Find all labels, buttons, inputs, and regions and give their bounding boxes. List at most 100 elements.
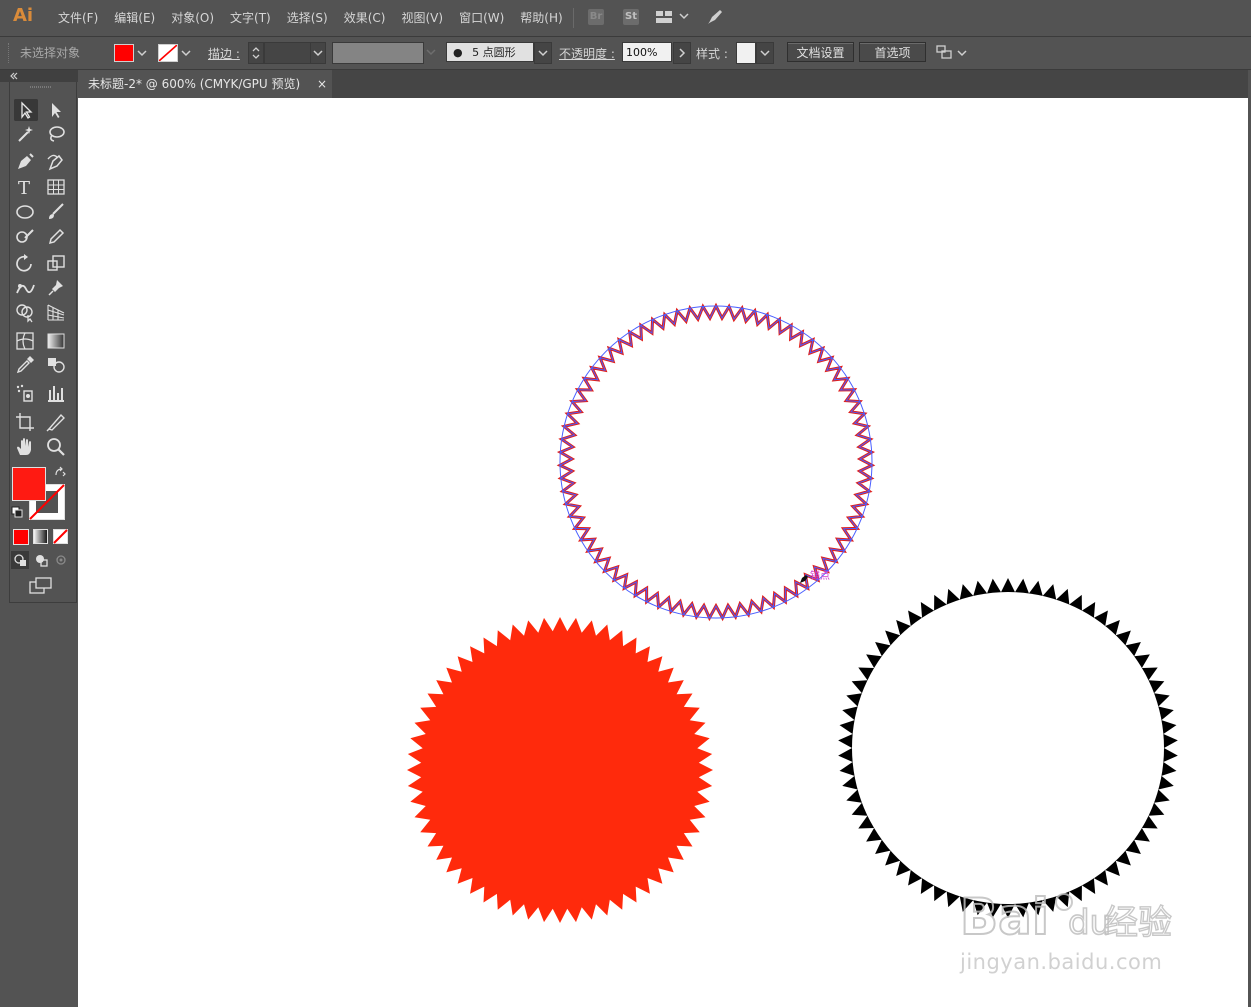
lasso-tool[interactable] xyxy=(45,123,67,145)
stock-icon[interactable]: St xyxy=(623,9,639,25)
artboard-tool[interactable] xyxy=(14,411,36,433)
opacity-label[interactable]: 不透明度 : xyxy=(559,45,615,62)
eyedropper-tool[interactable] xyxy=(14,354,36,376)
menu-select[interactable]: 选择(S) xyxy=(279,9,336,27)
panel-grip[interactable] xyxy=(8,43,12,63)
chevron-down-icon xyxy=(313,50,323,57)
brush-definition-field[interactable]: ● 5 点圆形 xyxy=(446,42,534,62)
blob-brush-tool[interactable] xyxy=(14,225,36,247)
workspace-layout-icon[interactable] xyxy=(656,10,672,24)
symbol-sprayer-tool[interactable] xyxy=(14,382,36,404)
stroke-weight-dropdown[interactable] xyxy=(310,42,326,64)
gradient-tool[interactable] xyxy=(45,330,67,352)
stroke-weight-input[interactable] xyxy=(264,42,312,64)
menu-object[interactable]: 对象(O) xyxy=(163,9,222,27)
stroke-color-swatch[interactable] xyxy=(158,44,178,62)
watermark-url: jingyan.baidu.com xyxy=(960,950,1163,974)
anchor-cursor-hint: 锚点 xyxy=(810,571,830,582)
chevron-down-icon[interactable] xyxy=(136,45,148,61)
menu-view[interactable]: 视图(V) xyxy=(393,9,451,27)
stroke-weight-stepper[interactable] xyxy=(248,42,264,64)
stepper-arrows-icon xyxy=(252,47,260,59)
chevron-down-icon[interactable] xyxy=(679,9,689,23)
grid-tool[interactable] xyxy=(45,176,67,198)
profile-dropdown[interactable] xyxy=(424,42,438,62)
hand-tool[interactable] xyxy=(14,436,36,458)
draw-behind-icon[interactable] xyxy=(32,551,50,569)
curvature-tool[interactable] xyxy=(45,151,67,173)
draw-inside-icon[interactable] xyxy=(52,551,70,569)
collapse-panel-icon[interactable] xyxy=(8,70,20,82)
baidu-jingyan-watermark-logo: Bai du 经验 xyxy=(959,887,1173,946)
swap-fill-stroke-icon[interactable] xyxy=(54,466,66,478)
rotate-tool[interactable] xyxy=(14,252,36,274)
slice-tool[interactable] xyxy=(45,411,67,433)
magic-wand-tool[interactable] xyxy=(14,123,36,145)
pin-tool[interactable] xyxy=(45,277,67,299)
document-tab[interactable]: 未标题-2* @ 600% (CMYK/GPU 预览) xyxy=(78,70,332,98)
document-setup-button[interactable]: 文档设置 xyxy=(787,42,854,62)
puppet-warp-tool[interactable] xyxy=(14,277,36,299)
brush-dot-icon: ● xyxy=(453,46,463,59)
chevron-down-icon[interactable] xyxy=(180,45,192,61)
screen-mode-icon[interactable] xyxy=(29,577,53,595)
variable-width-profile[interactable] xyxy=(332,42,424,64)
shape-builder-tool[interactable] xyxy=(14,301,36,323)
menu-help[interactable]: 帮助(H) xyxy=(512,9,570,27)
gpu-performance-rocket-icon[interactable] xyxy=(706,8,724,26)
artwork xyxy=(407,302,1178,923)
fill-swatch-cover xyxy=(12,467,46,501)
menu-file[interactable]: 文件(F) xyxy=(50,9,106,27)
gradient-mode-button[interactable] xyxy=(33,529,49,545)
menu-edit[interactable]: 编辑(E) xyxy=(106,9,163,27)
pen-tool[interactable] xyxy=(14,151,36,173)
pencil-tool[interactable] xyxy=(45,225,67,247)
chevron-down-icon[interactable] xyxy=(957,45,967,61)
brush-dropdown[interactable] xyxy=(534,42,552,64)
paintbrush-tool[interactable] xyxy=(45,200,67,222)
zigzag-circle-black-outline[interactable] xyxy=(838,578,1178,918)
svg-text:T: T xyxy=(18,178,30,198)
zoom-tool[interactable] xyxy=(45,436,67,458)
menu-window[interactable]: 窗口(W) xyxy=(451,9,512,27)
type-tool[interactable]: T xyxy=(14,176,36,198)
tools-panel-header[interactable] xyxy=(0,70,78,82)
none-mode-button[interactable] xyxy=(53,529,69,545)
menu-effect[interactable]: 效果(C) xyxy=(336,9,394,27)
color-mode-button[interactable] xyxy=(13,529,29,545)
close-tab-icon[interactable]: × xyxy=(317,70,329,98)
mesh-tool[interactable] xyxy=(14,330,36,352)
graphic-style-swatch[interactable] xyxy=(736,42,756,64)
opacity-input[interactable]: 100% xyxy=(622,42,672,62)
arrange-documents-icon[interactable] xyxy=(935,43,953,61)
fill-color-swatch[interactable] xyxy=(114,44,134,62)
menu-items: 文件(F) 编辑(E) 对象(O) 文字(T) 选择(S) 效果(C) 视图(V… xyxy=(50,9,571,27)
blend-tool[interactable] xyxy=(45,354,67,376)
column-graph-tool[interactable] xyxy=(45,382,67,404)
svg-text:Bai: Bai xyxy=(960,888,1049,946)
artboard-canvas[interactable] xyxy=(78,98,1248,1007)
opacity-slider-button[interactable] xyxy=(673,42,691,64)
perspective-grid-tool[interactable] xyxy=(45,301,67,323)
chevron-right-icon xyxy=(679,48,686,58)
selection-tool[interactable] xyxy=(14,99,38,121)
tools-panel-grip[interactable] xyxy=(30,85,52,89)
svg-text:经验: 经验 xyxy=(1104,903,1172,943)
app-logo: Ai xyxy=(13,5,34,26)
style-label: 样式 : xyxy=(696,47,728,61)
zigzag-circle-red-filled[interactable] xyxy=(407,617,713,923)
chevron-down-icon xyxy=(426,49,436,56)
preferences-button[interactable]: 首选项 xyxy=(859,42,926,62)
draw-normal-icon[interactable] xyxy=(11,551,29,569)
scale-tool[interactable] xyxy=(45,252,67,274)
chevron-down-icon xyxy=(760,50,770,57)
brush-definition-label: 5 点圆形 xyxy=(472,46,516,59)
menu-type[interactable]: 文字(T) xyxy=(222,9,279,27)
style-dropdown[interactable] xyxy=(756,42,774,64)
direct-selection-tool[interactable] xyxy=(45,99,67,121)
ellipse-tool[interactable] xyxy=(14,200,36,222)
chevron-down-icon xyxy=(538,50,548,57)
stroke-label[interactable]: 描边 : xyxy=(208,45,240,62)
default-fill-stroke-icon[interactable] xyxy=(11,506,23,518)
bridge-icon[interactable]: Br xyxy=(588,9,604,25)
